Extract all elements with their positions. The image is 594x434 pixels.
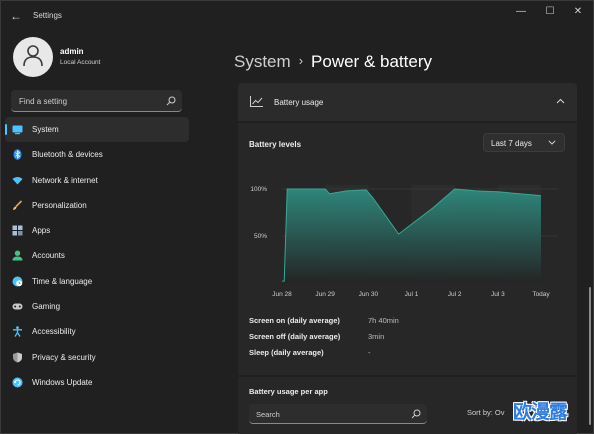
sidebar-item-label: Windows Update: [32, 377, 93, 387]
sidebar-item-label: Accessibility: [32, 327, 76, 337]
accounts-icon: [12, 250, 23, 261]
search-icon: [166, 96, 176, 106]
y-tick-label: 100%: [250, 186, 267, 193]
chevron-down-icon: [548, 140, 556, 145]
sidebar-item-label: System: [32, 125, 59, 134]
sidebar-item-accessibility[interactable]: Accessibility: [5, 319, 189, 344]
window-title: Settings: [33, 11, 62, 20]
screen-on-label: Screen on (daily average): [249, 316, 340, 325]
maximize-button[interactable]: ☐: [536, 5, 564, 19]
sleep-label: Sleep (daily average): [249, 348, 324, 357]
breadcrumb-separator: ›: [298, 53, 304, 68]
per-app-title: Battery usage per app: [249, 387, 328, 396]
sidebar-item-label: Accounts: [32, 251, 65, 261]
settings-window: ← Settings — ☐ ✕ admin Local Account Fin…: [0, 0, 594, 434]
find-setting-input[interactable]: Find a setting: [11, 90, 182, 112]
x-tick-label: Jun 30: [359, 291, 379, 298]
sidebar-item-label: Bluetooth & devices: [32, 150, 103, 160]
title-bar: ← Settings — ☐ ✕: [1, 1, 594, 31]
brush-icon: [13, 200, 23, 210]
bluetooth-icon: [13, 149, 22, 161]
back-button[interactable]: ←: [7, 7, 25, 25]
account-type: Local Account: [60, 59, 101, 66]
sidebar-item-windows-update[interactable]: Windows Update: [5, 370, 189, 395]
sidebar-item-label: Apps: [32, 226, 51, 236]
battery-usage-header[interactable]: Battery usage: [238, 83, 577, 121]
x-tick-label: Jul 2: [448, 291, 462, 298]
screen-off-value: 3min: [368, 332, 385, 341]
system-icon: [12, 125, 23, 135]
chevron-up-icon[interactable]: [556, 98, 565, 104]
search-icon: [411, 409, 421, 419]
user-name: admin: [60, 47, 84, 56]
sidebar-item-accounts[interactable]: Accounts: [5, 243, 189, 268]
sort-by-dropdown[interactable]: Sort by: Ov: [467, 408, 505, 417]
battery-usage-title: Battery usage: [274, 98, 324, 107]
update-icon: [12, 377, 23, 388]
x-tick-label: Jun 29: [315, 291, 335, 298]
sidebar-item-label: Time & language: [32, 276, 93, 286]
sidebar-item-time-language[interactable]: Time & language: [5, 269, 189, 294]
sidebar-item-network[interactable]: Network & internet: [5, 168, 189, 193]
battery-level-chart: 100% 50% Jun 28 Jun 29 Jun 30 Jul 1 Jul 2 Jul …: [250, 185, 558, 298]
minimize-button[interactable]: —: [507, 5, 535, 19]
sleep-value: -: [368, 348, 371, 357]
breadcrumb-parent[interactable]: System: [234, 52, 291, 71]
scrollbar[interactable]: [589, 287, 591, 425]
screen-on-value: 7h 40min: [368, 316, 399, 325]
breadcrumb: System › Power & battery: [234, 52, 432, 72]
back-arrow-icon: ←: [10, 9, 22, 23]
chart-line-icon: [250, 96, 263, 107]
gamepad-icon: [12, 303, 23, 310]
sidebar-item-label: Personalization: [32, 200, 87, 210]
sidebar-item-label: Gaming: [32, 302, 61, 312]
sidebar-item-gaming[interactable]: Gaming: [5, 294, 189, 319]
shield-icon: [13, 352, 22, 363]
sidebar-item-bluetooth[interactable]: Bluetooth & devices: [5, 142, 189, 167]
battery-usage-panel: Battery levels Last 7 days 100% 50% Jun 2…: [238, 123, 577, 375]
find-setting-placeholder: Find a setting: [19, 97, 68, 106]
page-title: Power & battery: [311, 52, 432, 71]
avatar: [13, 37, 53, 77]
sidebar-item-system[interactable]: System: [5, 117, 189, 143]
x-tick-label: Jul 3: [491, 291, 505, 298]
sidebar-item-apps[interactable]: Apps: [5, 218, 189, 243]
sidebar-nav: System Bluetooth & devices Network & int…: [5, 117, 189, 395]
x-tick-label: Jun 28: [272, 291, 292, 298]
sidebar-item-label: Privacy & security: [32, 352, 96, 362]
accessibility-icon: [13, 326, 22, 338]
user-icon: [23, 45, 43, 67]
battery-levels-label: Battery levels: [249, 140, 302, 149]
time-range-dropdown[interactable]: Last 7 days: [483, 133, 565, 152]
y-tick-label: 50%: [254, 233, 267, 240]
wifi-icon: [12, 176, 23, 185]
sidebar-item-privacy[interactable]: Privacy & security: [5, 345, 189, 370]
time-range-value: Last 7 days: [491, 139, 532, 148]
close-button[interactable]: ✕: [564, 5, 592, 19]
globe-clock-icon: [12, 276, 23, 287]
sidebar-item-label: Network & internet: [32, 175, 98, 185]
x-tick-label: Today: [532, 291, 550, 298]
sidebar-item-personalization[interactable]: Personalization: [5, 193, 189, 218]
app-search-placeholder: Search: [256, 410, 280, 419]
watermark-logo: 欧漫露: [513, 401, 568, 423]
x-tick-label: Jul 1: [405, 291, 419, 298]
app-search-input[interactable]: Search: [249, 404, 427, 424]
apps-icon: [12, 225, 23, 236]
screen-off-label: Screen off (daily average): [249, 332, 341, 341]
